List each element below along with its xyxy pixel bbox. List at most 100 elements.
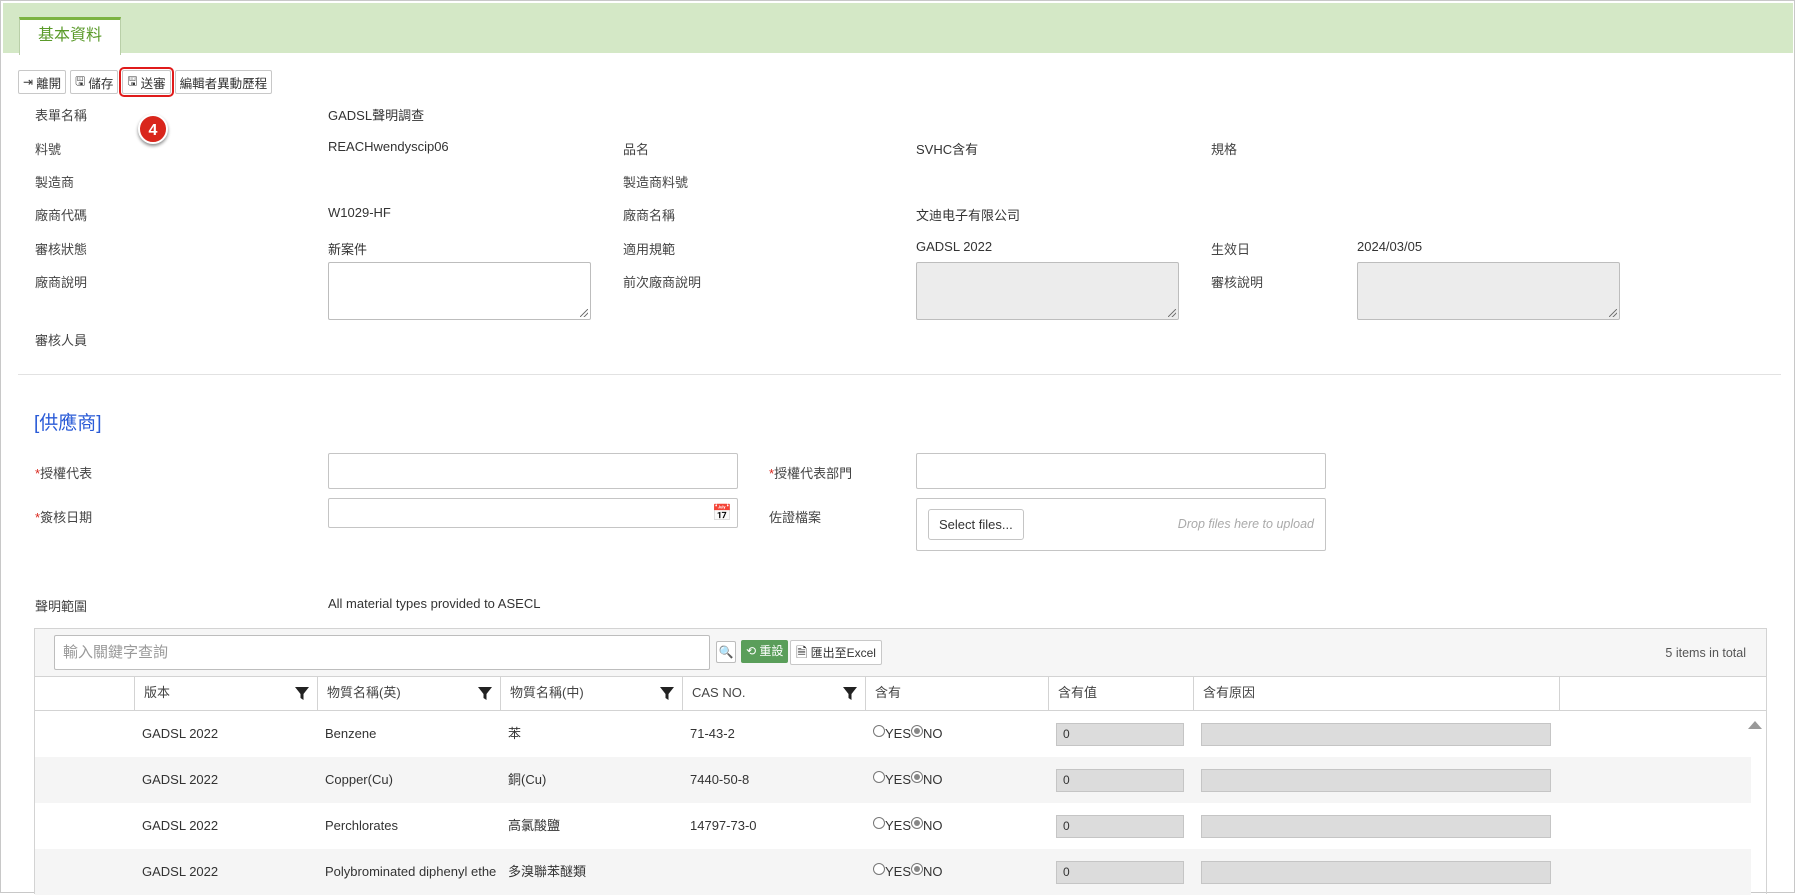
window: 基本資料 ⇥ 離開 🖫 儲存 🖫 送審 編輯者異動歷程 4 表單名稱 GADSL… (0, 0, 1795, 895)
radio-no[interactable] (911, 863, 924, 875)
cell-contains: YES NO (865, 849, 1048, 895)
reset-button[interactable]: ⟲ 重設 (741, 640, 789, 663)
radio-no[interactable] (911, 771, 924, 783)
cell-contains: YES NO (865, 803, 1048, 849)
radio-yes[interactable] (873, 863, 885, 875)
exit-icon: ⇥ (23, 75, 34, 89)
cell-cas (682, 849, 865, 895)
header-version[interactable]: 版本 (134, 677, 317, 711)
evidence-label: 佐證檔案 (769, 510, 822, 525)
cell-contains: YES NO (865, 711, 1048, 757)
radio-no[interactable] (911, 817, 924, 829)
sign-date-label: *簽核日期 (35, 507, 92, 526)
tab-basic-info[interactable]: 基本資料 (19, 17, 121, 55)
table-row[interactable]: GADSL 2022 Polybrominated diphenyl ethe … (35, 849, 1751, 895)
leave-button[interactable]: ⇥ 離開 (18, 70, 67, 94)
regulation-value: GADSL 2022 (916, 239, 993, 254)
cell-name-zh: 苯 (508, 726, 522, 741)
sign-date-picker[interactable]: 📅 (328, 498, 738, 528)
header-label: 物質名稱(英) (327, 685, 401, 700)
header-cas[interactable]: CAS NO. (682, 677, 865, 711)
manufacturer-label: 製造商 (35, 175, 75, 190)
calendar-icon[interactable]: 📅 (712, 503, 732, 523)
refresh-icon: ⟲ (746, 644, 757, 658)
toolbar: ⇥ 離開 🖫 儲存 🖫 送審 編輯者異動歷程 (18, 67, 273, 97)
radio-yes[interactable] (873, 771, 885, 783)
cell-name-en: Copper(Cu) (325, 772, 393, 787)
export-label: 匯出至Excel (810, 646, 876, 660)
header-scroll-gutter (1559, 677, 1768, 711)
form-name-label: 表單名稱 (35, 108, 88, 123)
cell-version: GADSL 2022 (142, 864, 219, 879)
header-label: 含有原因 (1203, 685, 1256, 700)
sign-date-label-text: 簽核日期 (40, 510, 93, 525)
vendor-name-value: 文迪电子有限公司 (916, 208, 1021, 223)
cell-cas: 14797-73-0 (690, 818, 757, 833)
header-label: CAS NO. (692, 685, 746, 700)
export-excel-button[interactable]: 🗎 匯出至Excel (790, 640, 882, 665)
grid-header: 版本 物質名稱(英) 物質名稱(中) CAS NO. 含有 含有值 含有原因 (35, 677, 1766, 711)
review-note-textarea (1357, 262, 1620, 320)
header-label: 版本 (144, 685, 171, 700)
table-row[interactable]: GADSL 2022 Copper(Cu) 銅(Cu) 7440-50-8 YE… (35, 757, 1751, 803)
cell-value: 0 (1056, 815, 1184, 838)
floppy-icon: 🖫 (75, 73, 86, 88)
cell-reason (1201, 861, 1551, 884)
radio-no[interactable] (911, 725, 924, 737)
regulation-label: 適用規範 (623, 242, 676, 257)
no-label: NO (923, 818, 943, 833)
filter-icon[interactable] (478, 687, 492, 701)
cell-version: GADSL 2022 (142, 726, 219, 741)
cell-name-zh: 銅(Cu) (508, 772, 547, 787)
no-label: NO (923, 772, 943, 787)
rep-input[interactable] (328, 453, 738, 489)
header-reason[interactable]: 含有原因 (1193, 677, 1559, 711)
cell-name-zh: 多溴聯苯醚類 (508, 864, 587, 879)
table-row[interactable]: GADSL 2022 Benzene 苯 71-43-2 YES NO 0 (35, 711, 1751, 757)
filter-icon[interactable] (843, 687, 857, 701)
radio-yes[interactable] (873, 817, 885, 829)
cell-reason (1201, 815, 1551, 838)
step-badge: 4 (138, 114, 168, 144)
form-name-value: GADSL聲明調查 (328, 108, 425, 123)
header-name-en[interactable]: 物質名稱(英) (317, 677, 500, 711)
cell-cas: 7440-50-8 (690, 772, 750, 787)
table-row[interactable]: GADSL 2022 Perchlorates 高氯酸鹽 14797-73-0 … (35, 803, 1751, 849)
section-divider (18, 374, 1781, 375)
scroll-up-arrow-icon[interactable] (1748, 721, 1762, 729)
grid-search-input[interactable]: 輸入關鍵字查詢 (54, 635, 710, 670)
file-upload-dropzone[interactable]: Select files... Drop files here to uploa… (916, 498, 1326, 551)
part-no-label: 料號 (35, 142, 62, 157)
rep-label-text: 授權代表 (40, 466, 93, 481)
rep-label: *授權代表 (35, 463, 92, 482)
search-icon[interactable]: 🔍 (716, 641, 736, 663)
part-no-value: REACHwendyscip06 (328, 139, 449, 154)
radio-yes[interactable] (873, 725, 885, 737)
select-files-button[interactable]: Select files... (928, 509, 1024, 540)
filter-icon[interactable] (295, 687, 309, 701)
submit-review-button[interactable]: 🖫 送審 (119, 67, 174, 97)
reset-label: 重設 (759, 644, 784, 658)
review-status-label: 審核狀態 (35, 242, 88, 257)
edit-history-button[interactable]: 編輯者異動歷程 (174, 70, 273, 94)
vendor-note-textarea[interactable] (328, 262, 591, 320)
cell-version: GADSL 2022 (142, 818, 219, 833)
rep-dept-input[interactable] (916, 453, 1326, 489)
save-button[interactable]: 🖫 儲存 (70, 70, 119, 94)
history-label: 編輯者異動歷程 (179, 76, 268, 91)
review-status-value: 新案件 (328, 242, 368, 257)
header-label: 含有 (875, 685, 902, 700)
header-value[interactable]: 含有值 (1048, 677, 1193, 711)
cell-name-zh: 高氯酸鹽 (508, 818, 561, 833)
header-contains[interactable]: 含有 (865, 677, 1048, 711)
review-note-label: 審核說明 (1211, 275, 1264, 290)
mfr-part-no-label: 製造商料號 (623, 175, 689, 190)
drop-hint: Drop files here to upload (1177, 517, 1314, 531)
prev-vendor-note-textarea (916, 262, 1179, 320)
scope-value: All material types provided to ASECL (328, 596, 541, 611)
grid-toolbar: 輸入關鍵字查詢 🔍 ⟲ 重設 🗎 匯出至Excel 5 items in tot… (35, 629, 1766, 677)
header-name-zh[interactable]: 物質名稱(中) (500, 677, 682, 711)
filter-icon[interactable] (660, 687, 674, 701)
scope-label: 聲明範圍 (35, 599, 88, 614)
items-total: 5 items in total (1665, 646, 1746, 660)
